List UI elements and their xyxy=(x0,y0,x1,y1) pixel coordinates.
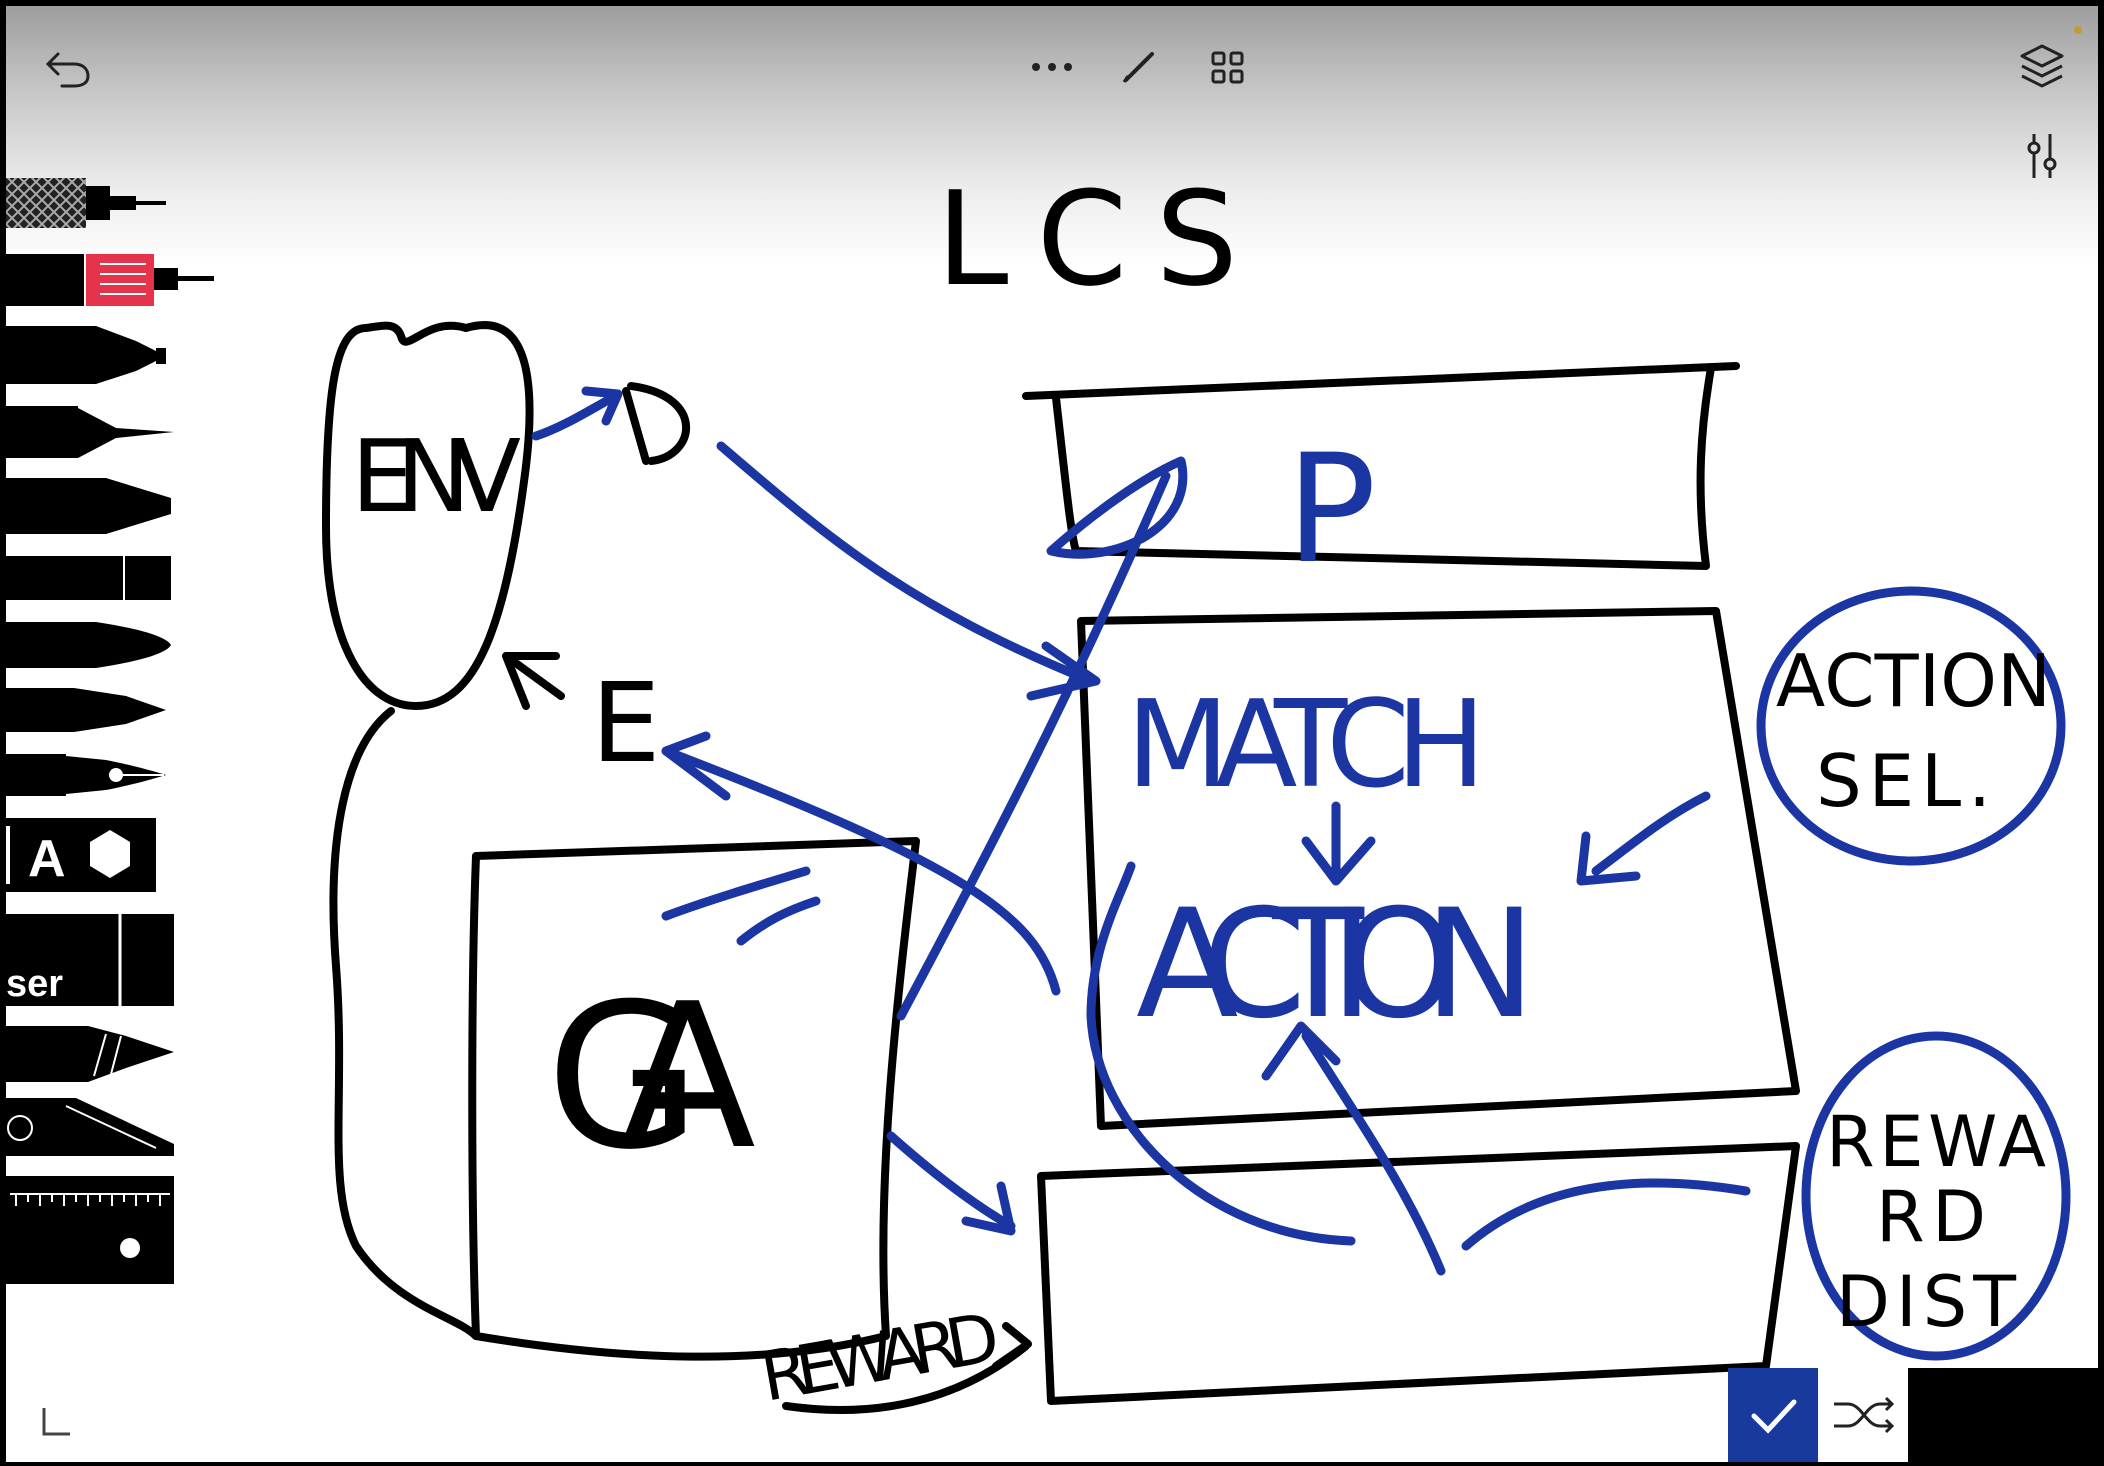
p-box xyxy=(1022,362,1740,570)
app-window: LCS ENV E GA REWARD P MATCH ACTION ACTIO… xyxy=(0,0,2104,1466)
action-sel-line1: ACTION xyxy=(1776,639,2051,723)
shuffle-button[interactable] xyxy=(1818,1368,1908,1462)
text-tool[interactable]: A xyxy=(6,818,156,892)
dark-panel xyxy=(1908,1368,2098,1462)
action-label: ACTION xyxy=(1136,878,1536,1052)
brush-hatch-pencil[interactable] xyxy=(6,178,166,228)
reward-dist-line2: RD xyxy=(1876,1176,1986,1258)
bottom-right-controls xyxy=(1728,1368,2098,1462)
corner-icon[interactable] xyxy=(40,1406,74,1438)
env-label: ENV xyxy=(351,418,521,535)
layers-icon[interactable] xyxy=(2018,42,2066,94)
brush-wedge[interactable] xyxy=(6,1098,174,1156)
eraser-tool[interactable]: ser xyxy=(6,914,174,1006)
drawing-canvas[interactable]: LCS ENV E GA REWARD P MATCH ACTION ACTIO… xyxy=(6,6,2098,1462)
brush-red-pencil[interactable] xyxy=(6,254,214,306)
reward-dist-line3: DIST xyxy=(1836,1261,2016,1343)
e-label: E xyxy=(591,659,661,787)
match-label: MATCH xyxy=(1126,676,1486,815)
ga-label: GA xyxy=(546,961,756,1194)
ga-stroke-2 xyxy=(736,896,821,946)
confirm-button[interactable] xyxy=(1728,1368,1818,1462)
p-label: P xyxy=(1286,423,1376,597)
brush-calligraphy[interactable] xyxy=(6,478,171,534)
ga-to-reward-arrow xyxy=(886,1131,1016,1236)
action-sel-arrow xyxy=(1576,791,1711,886)
brush-watercolor[interactable] xyxy=(6,688,166,732)
reward-label: REWARD xyxy=(755,1298,1005,1417)
eraser-label: ser xyxy=(6,963,63,1005)
brush-nib[interactable] xyxy=(6,1026,174,1082)
brush-palette-graphic: A ser xyxy=(6,178,214,1284)
brush-chisel[interactable] xyxy=(6,556,171,600)
brush-palette: A ser xyxy=(6,176,226,1316)
grid-icon[interactable] xyxy=(1210,50,1246,86)
brush-marker[interactable] xyxy=(6,326,166,384)
brush-round[interactable] xyxy=(6,622,171,668)
match-to-action-arrow xyxy=(1301,801,1376,886)
shuffle-icon xyxy=(1834,1396,1895,1434)
brush-fine-pen[interactable] xyxy=(6,406,174,458)
rewarddist-to-reward-arrow xyxy=(1461,1178,1751,1251)
env-ga-loop xyxy=(329,707,480,1340)
ellipsis-icon[interactable] xyxy=(1030,60,1074,74)
pencil-icon[interactable] xyxy=(1120,46,1160,86)
action-sel-line2: SEL. xyxy=(1816,739,1991,823)
ruler-tool[interactable] xyxy=(6,1176,174,1284)
checkmark-icon xyxy=(1751,1399,1797,1434)
text-tool-label: A xyxy=(28,830,66,888)
brush-fountain-pen[interactable] xyxy=(6,754,166,796)
e-to-env-arrow xyxy=(502,652,565,710)
env-to-d-arrow xyxy=(531,386,623,441)
sliders-icon[interactable] xyxy=(2024,130,2060,182)
reward-dist-line1: REWA xyxy=(1826,1101,2046,1183)
env-to-match-arrow xyxy=(716,441,1101,701)
action-to-e-arrow xyxy=(661,731,1061,996)
status-dot xyxy=(2074,26,2082,34)
d-mark xyxy=(622,382,690,465)
whiteboard-sketch: LCS ENV E GA REWARD P MATCH ACTION ACTIO… xyxy=(322,163,2071,1418)
undo-arrow-icon[interactable] xyxy=(44,48,92,88)
title-text: LCS xyxy=(936,163,1266,315)
